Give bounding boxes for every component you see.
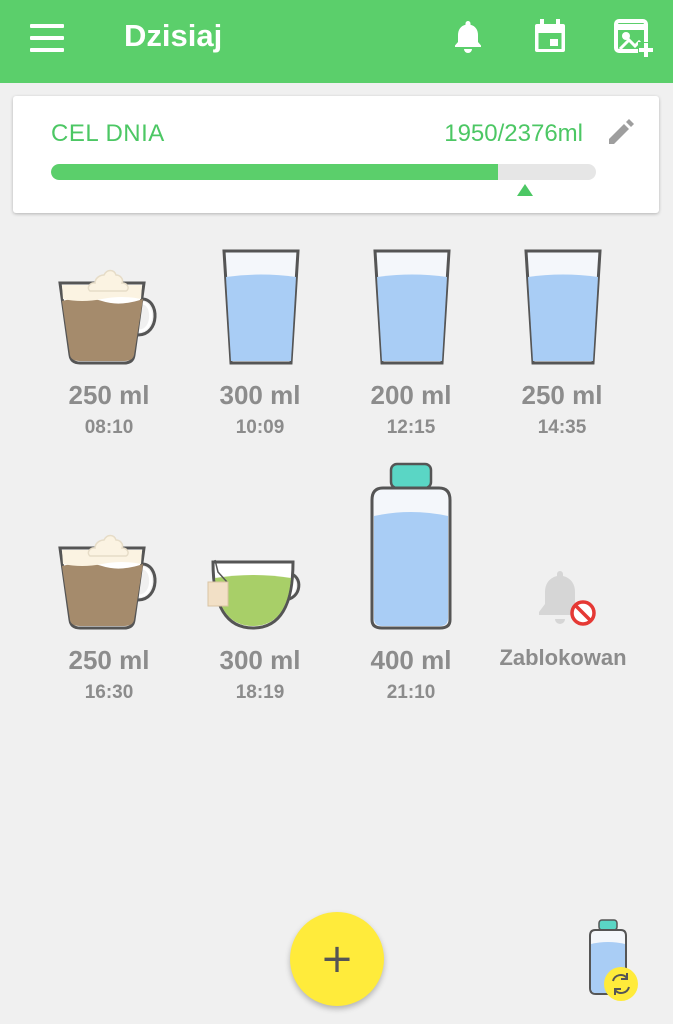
app-bar: Dzisiaj (0, 0, 673, 83)
drink-time: 08:10 (84, 417, 134, 438)
drink-time: 12:15 (386, 417, 436, 438)
goal-label: CEL DNIA (51, 120, 165, 147)
drink-entry[interactable]: 250 ml 16:30 (34, 510, 184, 710)
drink-time: 10:09 (235, 417, 285, 438)
bottle-switch-icon (589, 919, 638, 1001)
cup-switcher-button[interactable] (584, 918, 644, 1004)
water-glass-icon (487, 245, 637, 375)
reminder-status: Zablokowan (499, 645, 627, 670)
drink-time: 21:10 (386, 682, 436, 703)
calendar-icon[interactable] (530, 16, 570, 56)
drink-time: 16:30 (84, 682, 134, 703)
coffee-cup-icon (34, 245, 184, 375)
bell-blocked-icon (539, 571, 596, 626)
drink-volume: 400 ml (370, 645, 452, 675)
water-glass-icon (336, 245, 486, 375)
drink-volume: 250 ml (68, 380, 150, 410)
menu-icon[interactable] (30, 24, 64, 52)
drink-entry[interactable]: 250 ml 08:10 (34, 245, 184, 445)
tea-cup-icon (185, 510, 335, 640)
drink-time: 14:35 (537, 417, 587, 438)
page-title: Dzisiaj (124, 18, 223, 53)
goal-amount: 1950/2376ml (444, 120, 583, 147)
plus-icon: + (320, 936, 354, 982)
drink-entry[interactable]: 200 ml 12:15 (336, 245, 486, 445)
coffee-cup-icon (34, 510, 184, 640)
daily-goal-card: CEL DNIA 1950/2376ml (13, 96, 659, 213)
drink-volume: 250 ml (521, 380, 603, 410)
add-photo-icon[interactable] (612, 16, 656, 60)
pencil-icon[interactable] (605, 116, 637, 148)
goal-progress-fill (51, 164, 498, 180)
water-glass-icon (185, 245, 335, 375)
drink-volume: 300 ml (219, 645, 301, 675)
reminder-blocked[interactable]: Zablokowan (488, 565, 638, 685)
goal-progress-bar (51, 164, 596, 180)
drink-entry[interactable]: 300 ml 10:09 (185, 245, 335, 445)
drink-time: 18:19 (235, 682, 285, 703)
drink-entry[interactable]: 400 ml 21:10 (336, 462, 486, 710)
drink-entry[interactable]: 300 ml 18:19 (185, 510, 335, 710)
add-drink-button[interactable]: + (290, 912, 384, 1006)
water-bottle-icon (336, 460, 486, 640)
drink-volume: 200 ml (370, 380, 452, 410)
bell-icon[interactable] (448, 16, 488, 56)
goal-marker (517, 184, 533, 196)
drink-volume: 250 ml (68, 645, 150, 675)
drink-entry[interactable]: 250 ml 14:35 (487, 245, 637, 445)
drink-volume: 300 ml (219, 380, 301, 410)
